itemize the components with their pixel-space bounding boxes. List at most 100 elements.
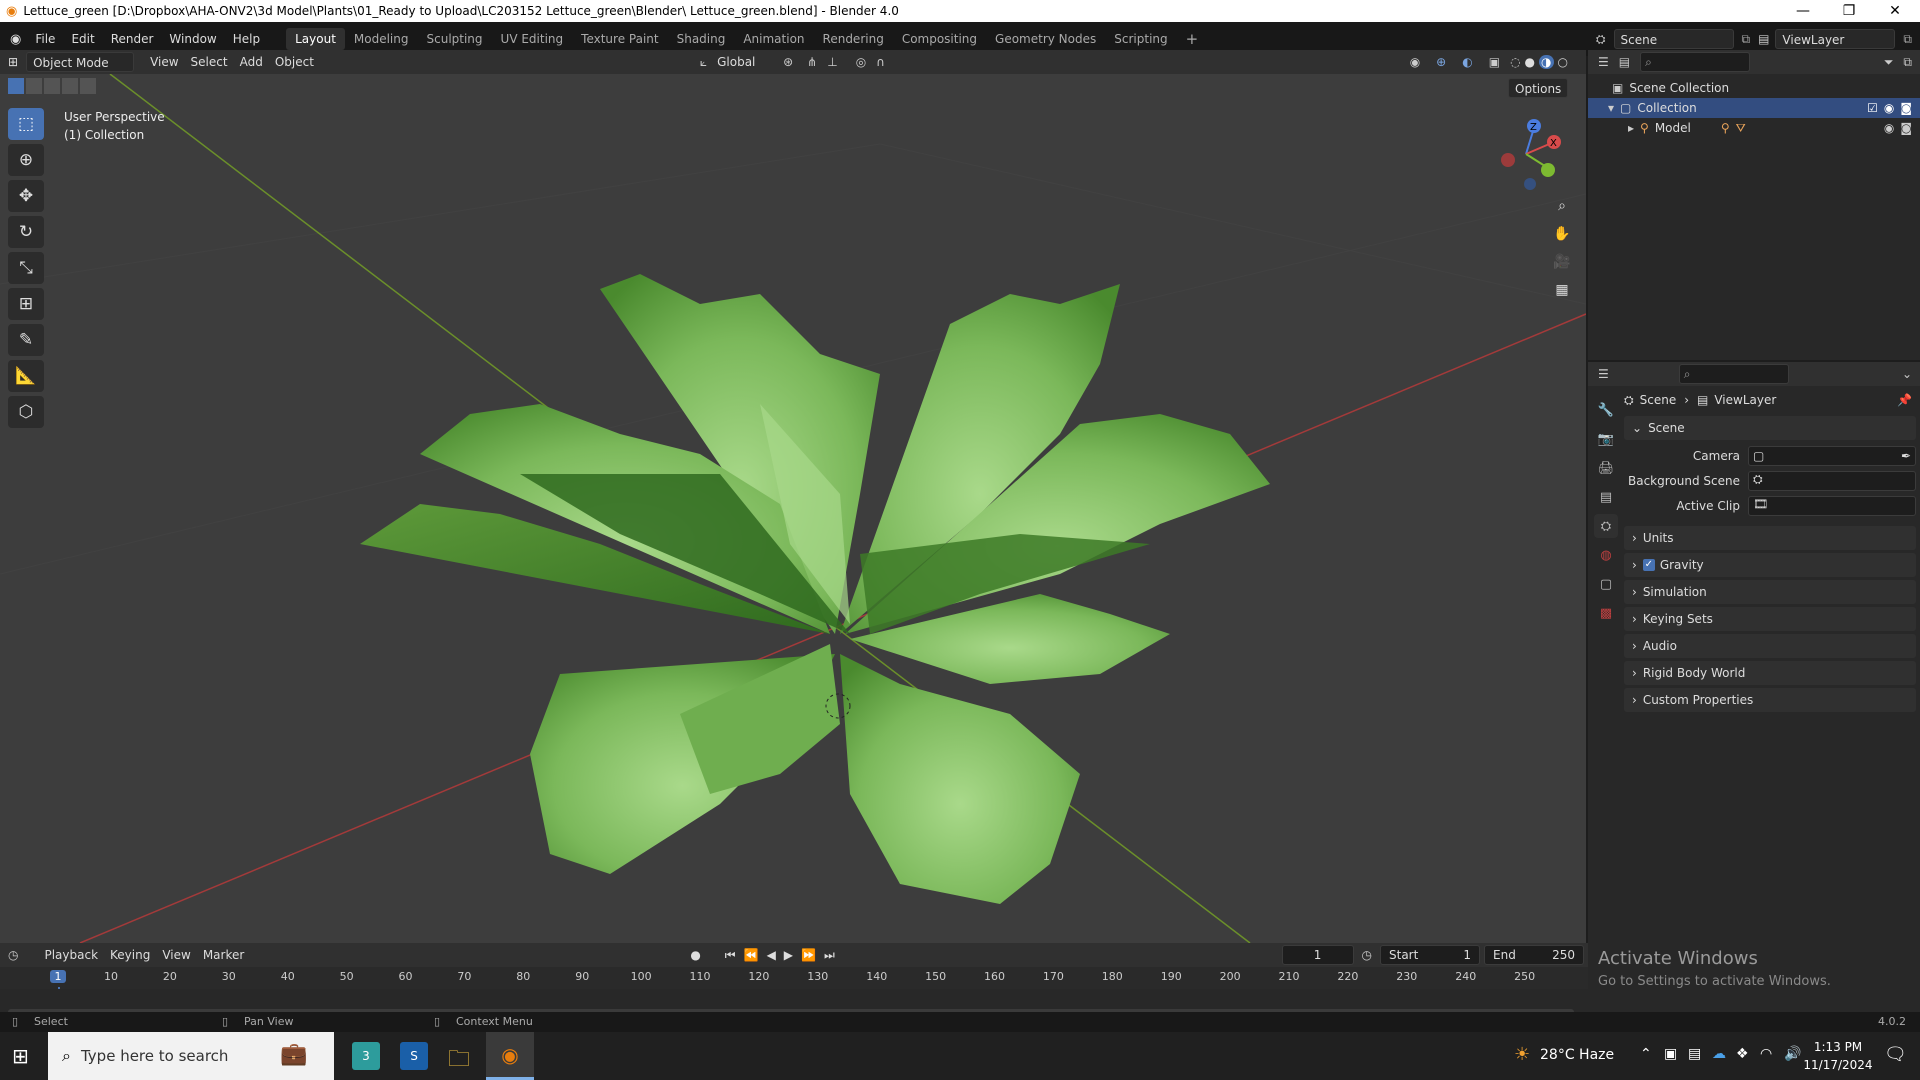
solid-shading-icon[interactable]: ● (1525, 55, 1535, 69)
playhead-frame-indicator[interactable]: 1 (50, 970, 66, 983)
outliner-search-input[interactable]: ⌕ (1640, 52, 1751, 72)
visibility-icon[interactable]: ◉ (1410, 55, 1420, 69)
orientation-dropdown[interactable]: Global (711, 52, 771, 72)
tab-modeling[interactable]: Modeling (345, 28, 418, 50)
add-cube-icon[interactable]: ⬡ (8, 396, 44, 428)
zoom-icon[interactable]: ⌕ (1548, 192, 1576, 220)
snap-target-icon[interactable]: ⊥ (827, 55, 837, 69)
select-new-icon[interactable] (8, 78, 24, 94)
windows-start-icon[interactable]: ⊞ (12, 1044, 29, 1068)
model-eye-icon[interactable]: ◉ (1884, 121, 1894, 135)
menu-render[interactable]: Render (103, 28, 162, 50)
marker-menu[interactable]: Marker (197, 945, 250, 965)
volume-icon[interactable]: 🔊 (1784, 1046, 1801, 1062)
select-extend-icon[interactable] (26, 78, 42, 94)
select-invert-icon[interactable] (62, 78, 78, 94)
select-intersect-icon[interactable] (80, 78, 96, 94)
object-mode-dropdown[interactable]: Object Mode (26, 52, 135, 72)
tab-compositing[interactable]: Compositing (893, 28, 986, 50)
dropbox-icon[interactable]: ❖ (1736, 1046, 1749, 1062)
next-keyframe-icon[interactable]: ⏩ (801, 948, 816, 962)
play-icon[interactable]: ▶ (784, 948, 793, 962)
properties-options-icon[interactable]: ⌄ (1902, 367, 1912, 381)
background-scene-field[interactable]: ⛭ (1748, 470, 1916, 491)
world-tab-icon[interactable]: ◍ (1594, 543, 1618, 567)
overlay-toggle-icon[interactable]: ◐ (1462, 55, 1472, 69)
new-view-layer-icon[interactable]: ⧉ (1903, 32, 1912, 47)
editor-type-icon[interactable]: ⊞ (8, 55, 18, 69)
cursor-icon[interactable]: ⊕ (8, 144, 44, 176)
scene-selector[interactable]: Scene (1613, 29, 1734, 49)
material-shading-icon[interactable]: ◑ (1539, 55, 1554, 69)
scale-icon[interactable]: ⤡ (8, 252, 44, 284)
jump-end-icon[interactable]: ⏭ (824, 948, 835, 963)
tab-rendering[interactable]: Rendering (814, 28, 893, 50)
scene-tab-icon[interactable]: ⛭ (1594, 514, 1618, 538)
model-render-icon[interactable]: ◙ (1900, 121, 1912, 135)
rigid-body-world-panel[interactable]: › Rigid Body World (1624, 661, 1916, 685)
scene-section-header[interactable]: ⌄ Scene (1624, 416, 1916, 440)
end-frame-field[interactable]: End 250 (1484, 945, 1584, 965)
play-reverse-icon[interactable]: ◀ (767, 948, 776, 962)
current-frame-field[interactable]: 1 (1281, 945, 1354, 965)
xray-icon[interactable]: ▣ (1489, 55, 1500, 69)
taskbar-search-input[interactable]: Type here to search (81, 1047, 228, 1065)
new-collection-icon[interactable]: ⧉ (1903, 55, 1912, 70)
app-3-icon[interactable]: 3 (352, 1042, 380, 1070)
annotate-icon[interactable]: ✎ (8, 324, 44, 356)
tab-sculpting[interactable]: Sculpting (418, 28, 492, 50)
tab-shading[interactable]: Shading (668, 28, 735, 50)
view-layer-icon[interactable]: ▤ (1758, 32, 1769, 46)
tab-uv-editing[interactable]: UV Editing (492, 28, 573, 50)
outliner-editor-icon[interactable]: ☰ (1598, 55, 1609, 69)
measure-icon[interactable]: 📐 (8, 360, 44, 392)
outliner-model-row[interactable]: ▸ ⚲ Model ⚲ ⛛ ◉ ◙ (1588, 118, 1920, 138)
gravity-panel[interactable]: › ✓ Gravity (1624, 553, 1916, 577)
notification-icon[interactable]: 🗨 (1884, 1044, 1907, 1065)
active-clip-field[interactable]: 🎞 (1748, 495, 1916, 516)
camera-field[interactable]: ▢ ✒ (1748, 445, 1916, 466)
proportional-edit-icon[interactable]: ◎ (856, 55, 866, 69)
rendered-shading-icon[interactable]: ○ (1558, 55, 1568, 69)
tab-animation[interactable]: Animation (734, 28, 813, 50)
outliner-collection-row[interactable]: ▾ ▢ Collection ☑ ◉ ◙ (1588, 98, 1920, 118)
expand-collection-icon[interactable]: ▾ (1608, 101, 1614, 115)
snap-icon[interactable]: ⋔ (807, 55, 817, 69)
taskbar-time[interactable]: 1:13 PM (1804, 1040, 1872, 1054)
menu-view[interactable]: View (144, 52, 184, 72)
audio-panel[interactable]: › Audio (1624, 634, 1916, 658)
filter-icon[interactable]: ⏷ (1884, 55, 1894, 70)
tray-app-1-icon[interactable]: ▣ (1664, 1046, 1677, 1062)
gizmo-toggle-icon[interactable]: ⊕ (1436, 55, 1446, 69)
properties-search-input[interactable]: ⌕ (1678, 364, 1789, 384)
outliner-scene-collection[interactable]: ▣ Scene Collection (1588, 78, 1920, 98)
texture-tab-icon[interactable]: ▩ (1594, 601, 1618, 625)
wireframe-shading-icon[interactable]: ◌ (1510, 55, 1520, 69)
3d-viewport[interactable]: User Perspective (1) Collection Options … (0, 74, 1586, 943)
simulation-panel[interactable]: › Simulation (1624, 580, 1916, 604)
move-icon[interactable]: ✥ (8, 180, 44, 212)
menu-window[interactable]: Window (161, 28, 224, 50)
select-box-icon[interactable]: ⬚ (8, 108, 44, 140)
ortho-grid-icon[interactable]: ▦ (1548, 276, 1576, 304)
weather-text[interactable]: 28°C Haze (1540, 1047, 1614, 1063)
tray-app-2-icon[interactable]: ▤ (1688, 1046, 1701, 1062)
add-workspace-icon[interactable]: + (1177, 28, 1208, 50)
playback-menu[interactable]: Playback (38, 945, 104, 965)
tool-tab-icon[interactable]: 🔧 (1594, 398, 1618, 422)
blender-taskbar-button[interactable]: ◉ (486, 1032, 534, 1080)
render-tab-icon[interactable]: 📷 (1594, 427, 1618, 451)
output-tab-icon[interactable]: 🖨 (1594, 456, 1618, 480)
falloff-icon[interactable]: ∩ (876, 55, 885, 69)
navigation-gizmo[interactable]: Z X (1490, 114, 1570, 194)
prev-keyframe-icon[interactable]: ⏪ (744, 948, 759, 962)
work-briefcase-icon[interactable]: 💼 (280, 1042, 307, 1067)
timeline-view-menu[interactable]: View (156, 945, 196, 965)
rotate-icon[interactable]: ↻ (8, 216, 44, 248)
restore-button[interactable]: ❐ (1826, 0, 1872, 22)
tab-scripting[interactable]: Scripting (1105, 28, 1176, 50)
render-camera-icon[interactable]: ◙ (1900, 101, 1912, 115)
jump-start-icon[interactable]: ⏮ (725, 948, 736, 963)
onedrive-icon[interactable]: ☁ (1712, 1046, 1726, 1062)
close-button[interactable]: ✕ (1872, 0, 1918, 22)
